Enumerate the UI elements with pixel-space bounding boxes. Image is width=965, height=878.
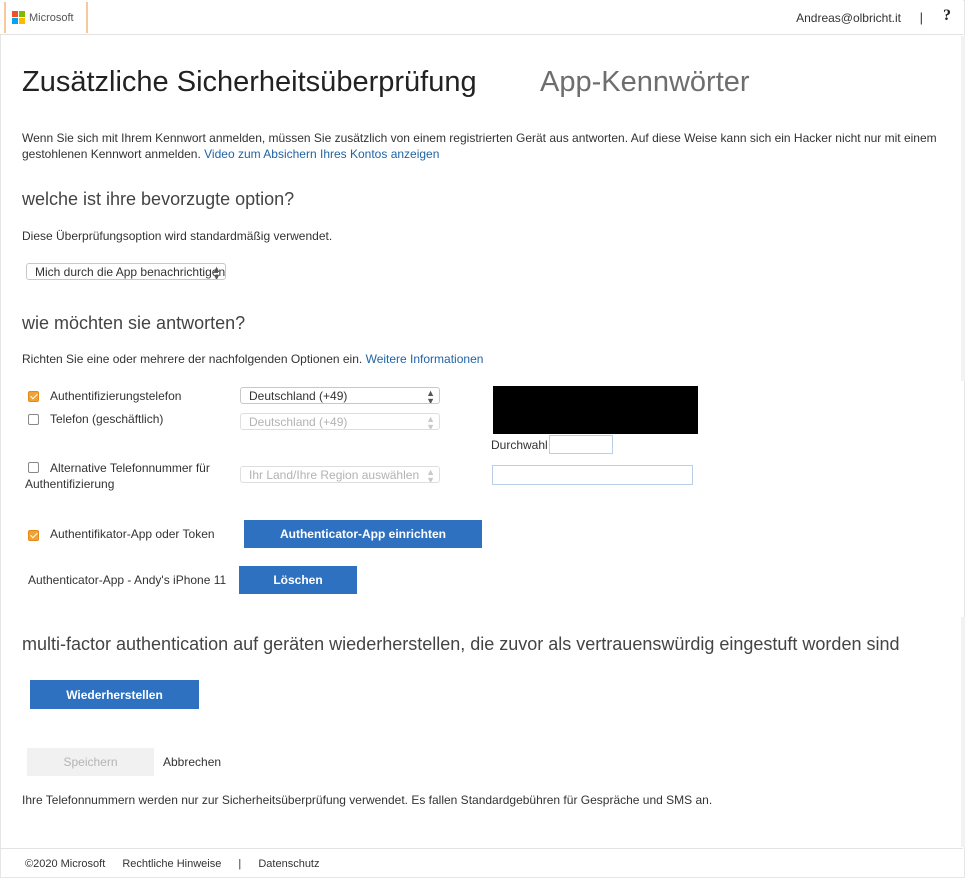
preferred-option-heading: welche ist ihre bevorzugte option? <box>22 189 295 209</box>
page-title: Zusätzliche Sicherheitsüberprüfung <box>22 66 477 98</box>
tab-app-passwords[interactable]: App-Kennwörter <box>540 66 750 99</box>
respond-heading: wie möchten sie antworten? <box>22 313 246 333</box>
video-link[interactable]: Video zum Absichern Ihres Kontos anzeige… <box>204 147 439 161</box>
respond-description: Richten Sie eine oder mehrere der nachfo… <box>22 352 483 366</box>
authenticator-app-checkbox[interactable] <box>28 530 39 541</box>
auth-phone-checkbox[interactable] <box>28 391 39 402</box>
office-phone-checkbox[interactable] <box>28 414 39 425</box>
legal-link[interactable]: Rechtliche Hinweise <box>122 858 221 870</box>
intro-text: Wenn Sie sich mit Ihrem Kennwort anmelde… <box>22 130 942 162</box>
auth-phone-country-value: Deutschland (+49) <box>249 389 348 403</box>
phone-usage-notice: Ihre Telefonnummern werden nur zur Siche… <box>22 793 713 807</box>
microsoft-logo[interactable]: Microsoft <box>4 2 88 33</box>
cancel-link[interactable]: Abbrechen <box>163 755 221 769</box>
restore-heading: multi-factor authentication auf geräten … <box>22 634 900 654</box>
redacted-phone-number <box>493 386 698 434</box>
brand-name: Microsoft <box>29 11 74 24</box>
microsoft-logo-icon <box>12 11 25 24</box>
save-button[interactable]: Speichern <box>27 748 154 776</box>
alt-phone-country-select[interactable]: Ihr Land/Ihre Region auswählen ▲ ▼ <box>240 466 440 483</box>
copyright: ©2020 Microsoft <box>25 858 106 870</box>
auth-phone-country-select[interactable]: Deutschland (+49) ▲ ▼ <box>240 387 440 404</box>
scrollbar-track-lower[interactable] <box>961 617 965 847</box>
select-arrows-icon: ▲ ▼ <box>212 264 221 280</box>
alt-phone-country-value: Ihr Land/Ihre Region auswählen <box>249 468 420 482</box>
preferred-option-select[interactable]: Mich durch die App benachrichtigen ▲ ▼ <box>26 263 226 280</box>
scrollbar-track[interactable] <box>961 36 965 381</box>
top-bar: Microsoft Andreas@olbricht.it | ? <box>0 0 963 35</box>
setup-authenticator-button[interactable]: Authenticator-App einrichten <box>244 520 482 548</box>
footer-divider <box>0 848 963 849</box>
select-arrows-icon: ▲ ▼ <box>426 467 435 483</box>
select-arrows-icon: ▲ ▼ <box>426 414 435 430</box>
header-separator: | <box>919 10 923 25</box>
more-info-link[interactable]: Weitere Informationen <box>366 352 484 366</box>
select-arrows-icon: ▲ ▼ <box>426 388 435 404</box>
office-phone-label: Telefon (geschäftlich) <box>50 412 164 426</box>
privacy-link[interactable]: Datenschutz <box>258 858 319 870</box>
office-phone-country-value: Deutschland (+49) <box>249 415 348 429</box>
footer: ©2020 Microsoft Rechtliche Hinweise | Da… <box>25 858 334 870</box>
extension-input[interactable] <box>549 435 613 454</box>
intro-description: Wenn Sie sich mit Ihrem Kennwort anmelde… <box>22 131 937 161</box>
office-phone-country-select[interactable]: Deutschland (+49) ▲ ▼ <box>240 413 440 430</box>
alt-phone-label: Alternative Telefonnummer für Authentifi… <box>25 461 210 491</box>
auth-phone-label: Authentifizierungstelefon <box>50 389 182 403</box>
help-icon[interactable]: ? <box>943 7 951 25</box>
preferred-option-description: Diese Überprüfungsoption wird standardmä… <box>22 229 333 243</box>
restore-button[interactable]: Wiederherstellen <box>30 680 199 709</box>
respond-description-text: Richten Sie eine oder mehrere der nachfo… <box>22 352 363 366</box>
preferred-option-value: Mich durch die App benachrichtigen <box>35 265 226 279</box>
delete-device-button[interactable]: Löschen <box>239 566 357 594</box>
extension-label: Durchwahl <box>491 438 548 452</box>
footer-separator: | <box>238 858 242 870</box>
authenticator-device-label: Authenticator-App - Andy's iPhone 11 <box>28 573 227 587</box>
user-account-menu[interactable]: Andreas@olbricht.it <box>796 11 901 25</box>
alt-phone-number-input[interactable] <box>492 465 693 485</box>
authenticator-app-label: Authentifikator-App oder Token <box>50 527 215 541</box>
